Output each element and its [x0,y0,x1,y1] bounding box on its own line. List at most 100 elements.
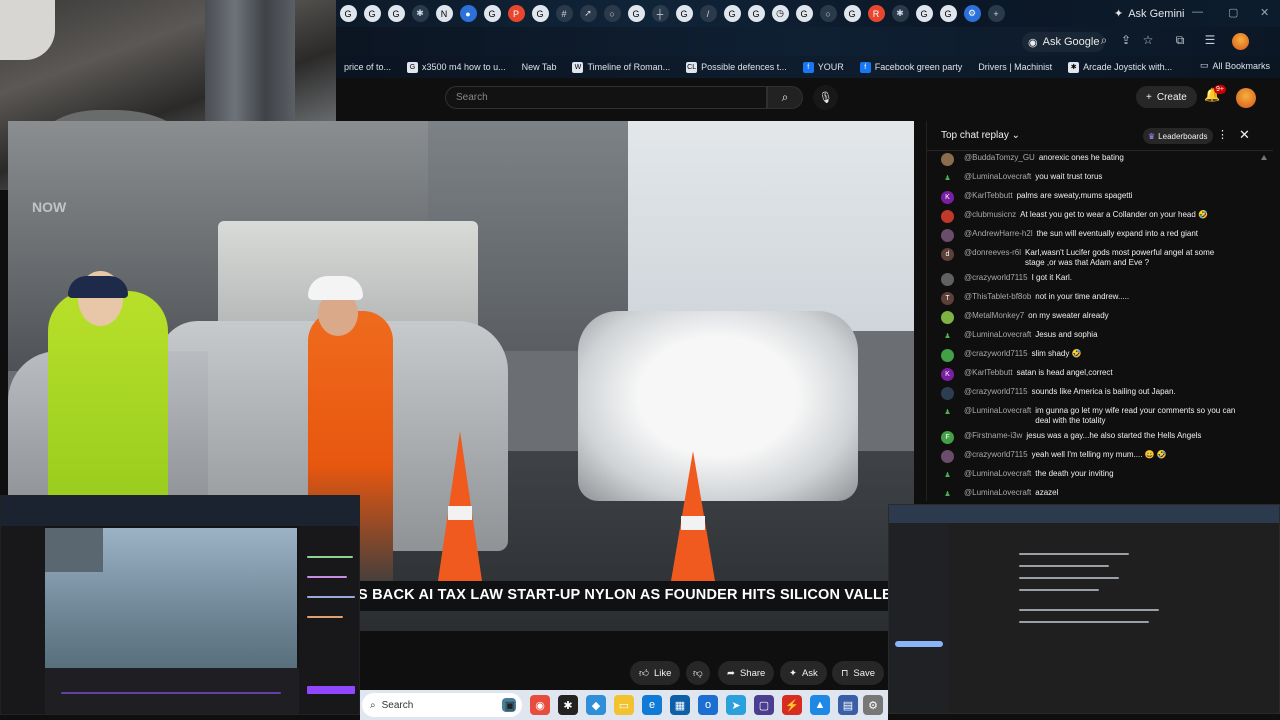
chat-author-avatar[interactable]: d [941,248,954,261]
chat-author-name[interactable]: @KarlTebbutt [964,191,1013,201]
chat-author-name[interactable]: @donreeves-r6l [964,248,1021,258]
chat-author-name[interactable]: @KarlTebbutt [964,368,1013,378]
tab-favicon[interactable]: ┼ [651,5,669,22]
task-view-icon[interactable]: ▣ [500,695,520,715]
bookmark-item[interactable]: Drivers | Machinist [970,62,1060,72]
chrome-icon[interactable]: ◉ [530,695,550,715]
like-button[interactable]: 👍︎ Like [630,661,681,685]
avatar[interactable] [1236,88,1256,108]
chat-author-avatar[interactable]: K [941,191,954,204]
search-button[interactable]: ⌕ [767,86,803,109]
tab-favicon[interactable]: ⚙ [963,5,981,22]
settings-icon[interactable]: ⚙ [863,695,883,715]
bookmark-star-icon[interactable]: ☆ [1140,33,1156,47]
tab-favicon[interactable]: G [339,5,357,22]
create-button[interactable]: + Create [1136,86,1197,108]
chat-author-avatar[interactable] [941,273,954,286]
bookmark-item[interactable]: price of to... [336,62,399,72]
tab-favicon[interactable]: G [531,5,549,22]
taskbar-search[interactable]: ⌕ Search [362,693,522,717]
chat-author-avatar[interactable]: K [941,368,954,381]
chat-author-avatar[interactable]: ♟ [941,406,954,419]
tab-favicon[interactable]: ○ [819,5,837,22]
profile-avatar[interactable] [1232,33,1249,50]
tab-favicon[interactable]: R [867,5,885,22]
tab-favicon[interactable]: / [699,5,717,22]
chat-mode-dropdown[interactable]: Top chat replay ⌄ [941,130,1020,141]
chat-author-name[interactable]: @LuminaLovecraft [964,406,1031,416]
chat-author-avatar[interactable]: ♟ [941,469,954,482]
app-icon[interactable]: ▤ [838,695,858,715]
dislike-button[interactable]: 👎︎ [686,661,710,685]
save-button[interactable]: ⊓ Save [832,661,885,685]
tab-favicon[interactable]: ✱ [411,5,429,22]
chat-author-avatar[interactable] [941,153,954,166]
new-tab-button[interactable]: + [987,5,1005,22]
chat-author-name[interactable]: @crazyworld7115 [964,349,1028,359]
tab-favicon[interactable]: G [363,5,381,22]
tab-favicon[interactable]: G [675,5,693,22]
ask-gemini-button[interactable]: ✦ Ask Gemini [1106,4,1192,23]
chat-author-name[interactable]: @LuminaLovecraft [964,172,1031,182]
all-bookmarks-button[interactable]: ▭ All Bookmarks [1200,60,1270,71]
extensions-icon[interactable]: ⧉ [1172,33,1188,48]
chat-author-avatar[interactable] [941,311,954,324]
chat-author-avatar[interactable] [941,229,954,242]
zoom-icon[interactable]: ⌕ [1096,33,1112,48]
minimize-icon[interactable]: — [1192,6,1203,18]
chat-author-avatar[interactable]: ♟ [941,330,954,343]
tab-favicon[interactable]: ◷ [771,5,789,22]
bookmark-item[interactable]: f YOUR [795,61,852,73]
tab-favicon[interactable]: G [939,5,957,22]
chat-author-name[interactable]: @LuminaLovecraft [964,330,1031,340]
tab-favicon[interactable]: # [555,5,573,22]
chat-author-avatar[interactable]: ♟ [941,172,954,185]
tab-favicon[interactable]: ✱ [891,5,909,22]
tab-favicon[interactable]: G [915,5,933,22]
ask-google-button[interactable]: ◉ Ask Google [1022,32,1106,52]
ask-button[interactable]: ✦ Ask [780,661,827,685]
chat-author-avatar[interactable] [941,349,954,362]
bookmark-item[interactable]: W Timeline of Roman... [564,61,678,73]
tab-favicon-active[interactable]: ● [459,5,477,22]
tab-favicon[interactable]: G [483,5,501,22]
leaderboards-button[interactable]: ♛ Leaderboards [1143,128,1213,144]
search-input[interactable]: Search [445,86,767,109]
tab-favicon[interactable]: G [723,5,741,22]
tab-favicon[interactable]: G [795,5,813,22]
bookmark-item[interactable]: New Tab [514,62,565,72]
chat-author-name[interactable]: @LuminaLovecraft [964,488,1031,498]
app-icon[interactable]: ✱ [558,695,578,715]
file-explorer-icon[interactable]: ▭ [614,695,634,715]
photos-icon[interactable]: ▲ [810,695,830,715]
chat-author-avatar[interactable]: F [941,431,954,444]
chat-author-name[interactable]: @LuminaLovecraft [964,469,1031,479]
app-icon[interactable]: ⚡ [782,695,802,715]
tab-favicon[interactable]: G [627,5,645,22]
store-icon[interactable]: ▦ [670,695,690,715]
chat-author-name[interactable]: @crazyworld7115 [964,450,1028,460]
bookmark-item[interactable]: ✱ Arcade Joystick with... [1060,61,1180,73]
bookmark-item[interactable]: f Facebook green party [852,61,971,73]
app-icon[interactable]: ▢ [754,695,774,715]
chat-author-name[interactable]: @BuddaTomzy_GU [964,153,1035,163]
maximize-icon[interactable]: ▢ [1228,6,1238,19]
chat-author-name[interactable]: @clubmusicnz [964,210,1016,220]
tab-favicon[interactable]: G [387,5,405,22]
chat-author-name[interactable]: @crazyworld7115 [964,387,1028,397]
chat-author-avatar[interactable] [941,210,954,223]
voice-search-button[interactable]: 🎙 [813,85,838,110]
install-icon[interactable]: ⇪ [1118,33,1134,47]
chat-author-name[interactable]: @crazyworld7115 [964,273,1028,283]
telegram-icon[interactable]: ➤ [726,695,746,715]
chat-author-name[interactable]: @ThisTablet-bf8ob [964,292,1031,302]
tab-favicon[interactable]: P [507,5,525,22]
tab-favicon[interactable]: N [435,5,453,22]
chat-scrollbar[interactable] [1261,155,1267,495]
share-button[interactable]: ➦ Share [718,661,775,685]
app-icon[interactable]: ◆ [586,695,606,715]
bookmark-item[interactable]: Gx3500 m4 how to u... [399,61,514,73]
more-options-icon[interactable]: ⋮ [1217,128,1228,141]
bookmark-item[interactable]: CL Possible defences t... [678,61,795,73]
tab-favicon[interactable]: ○ [603,5,621,22]
